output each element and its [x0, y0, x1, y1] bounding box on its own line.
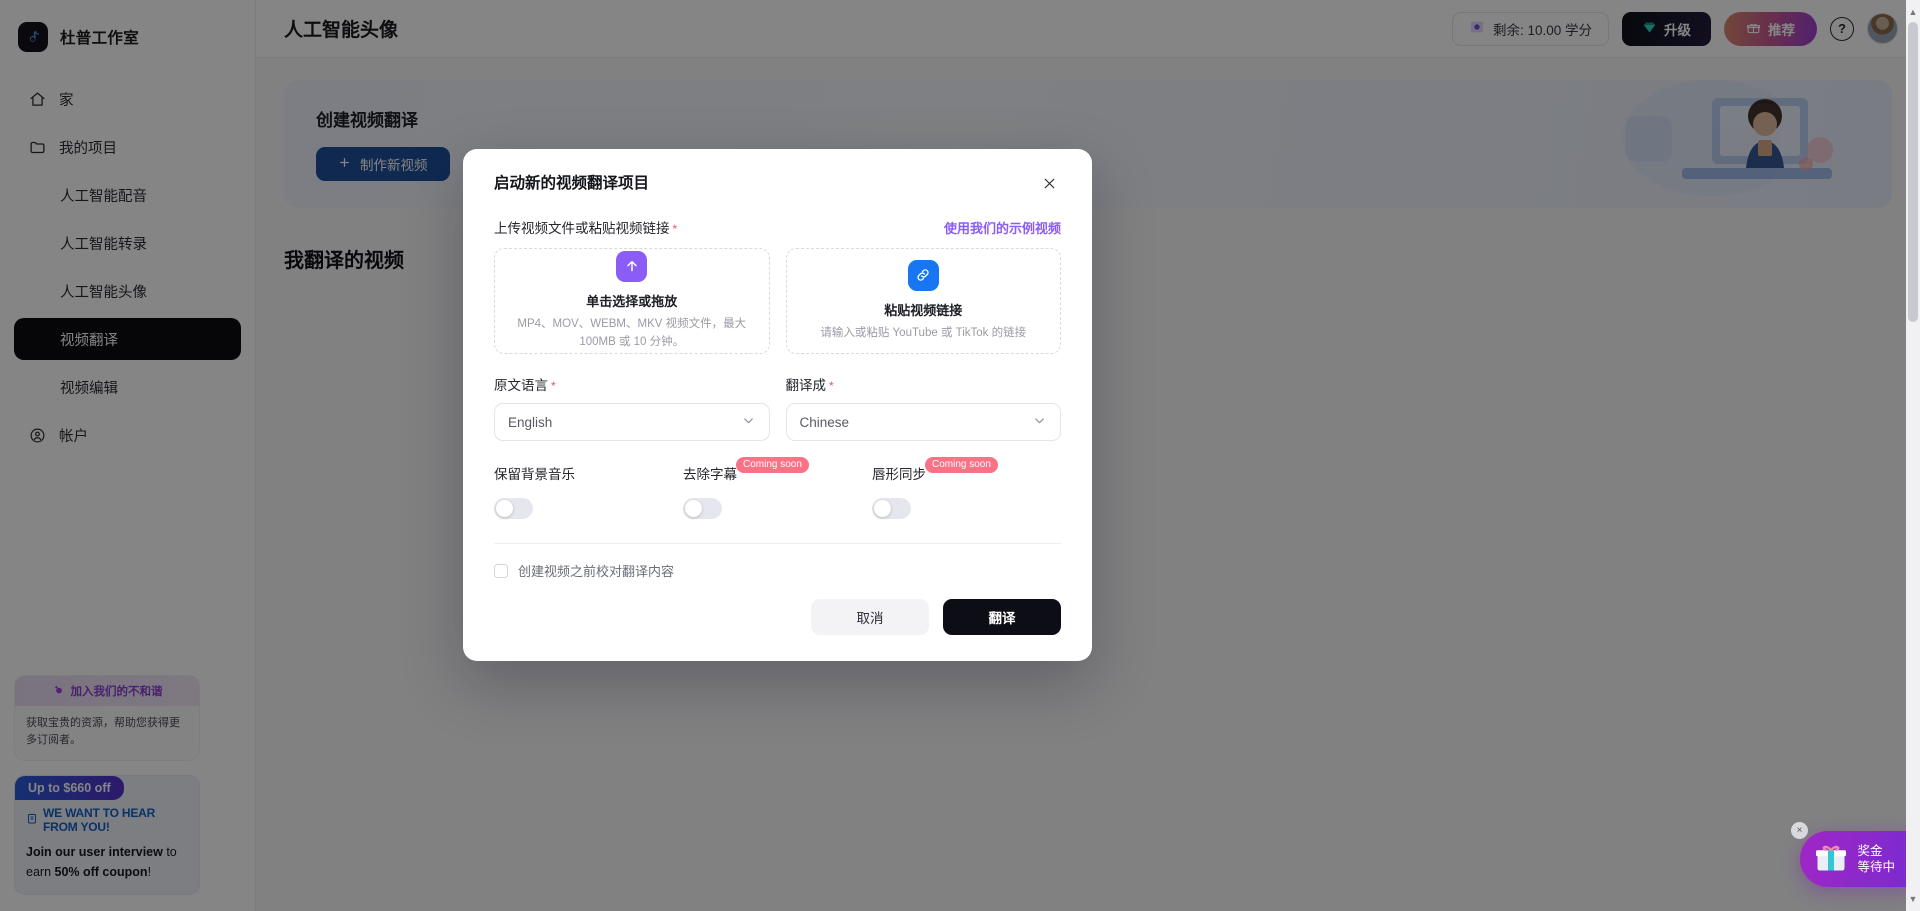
toggle-label: 去除字幕 Coming soon [683, 457, 810, 483]
gift-box-icon [1813, 839, 1849, 880]
scrollbar-thumb[interactable] [1908, 22, 1918, 322]
source-language-label: 原文语言 [494, 378, 548, 393]
modal-actions: 取消 翻译 [494, 599, 1061, 635]
target-language-select[interactable]: Chinese [785, 403, 1061, 441]
paste-link-title: 粘贴视频链接 [884, 302, 963, 318]
scroll-down-arrow-icon[interactable]: ▼ [1907, 891, 1919, 907]
upload-file-title: 单击选择或拖放 [586, 293, 678, 309]
chevron-down-icon [1032, 413, 1047, 431]
required-mark: * [551, 379, 556, 393]
language-selectors: 原文语言 * English 翻译成 * Chinese [494, 374, 1061, 441]
chevron-down-icon [741, 413, 756, 431]
paste-link-subtitle: 请输入或粘贴 YouTube 或 TikTok 的链接 [820, 326, 1027, 339]
target-language-label: 翻译成 [785, 378, 827, 393]
float-widget-line2: 等待中 [1857, 860, 1895, 874]
paste-link-card[interactable]: 粘贴视频链接 请输入或粘贴 YouTube 或 TikTok 的链接 [785, 248, 1061, 354]
feature-toggles: 保留背景音乐 去除字幕 Coming soon 唇形同步 Coming soon [494, 457, 1061, 519]
upload-file-subtitle: MP4、MOV、WEBM、MKV 视频文件，最大 100MB 或 10 分钟。 [517, 317, 747, 348]
toggle-keep-background-music: 保留背景音乐 [494, 463, 683, 519]
scroll-up-arrow-icon[interactable]: ▲ [1907, 4, 1919, 20]
target-language-value: Chinese [799, 414, 850, 430]
toggle-lip-sync: 唇形同步 Coming soon [872, 457, 1061, 519]
coming-soon-badge: Coming soon [925, 457, 998, 473]
toggle-remove-subtitles: 去除字幕 Coming soon [683, 457, 872, 519]
modal-divider [494, 543, 1061, 544]
modal-header: 启动新的视频翻译项目 [494, 171, 1061, 195]
new-translation-modal: 启动新的视频翻译项目 上传视频文件或粘贴视频链接 * 使用我们的示例视频 单击选择… [463, 149, 1092, 661]
toggle-knob [496, 500, 513, 517]
cancel-button[interactable]: 取消 [811, 599, 929, 635]
source-language-group: 原文语言 * English [494, 374, 770, 441]
toggle-label-text: 去除字幕 [683, 467, 737, 482]
required-mark: * [672, 222, 678, 236]
toggle-knob [874, 500, 891, 517]
toggle-knob [685, 500, 702, 517]
close-icon[interactable] [1037, 171, 1061, 195]
toggle-label: 唇形同步 Coming soon [872, 457, 999, 483]
target-language-label-wrap: 翻译成 * [786, 374, 1062, 394]
target-language-group: 翻译成 * Chinese [785, 374, 1062, 441]
upload-section-label-wrap: 上传视频文件或粘贴视频链接 * [494, 217, 677, 237]
upload-options: 单击选择或拖放 MP4、MOV、WEBM、MKV 视频文件，最大 100MB 或… [494, 248, 1061, 354]
toggle-label-text: 保留背景音乐 [494, 467, 575, 482]
toggle-switch[interactable] [683, 498, 722, 519]
upload-file-card[interactable]: 单击选择或拖放 MP4、MOV、WEBM、MKV 视频文件，最大 100MB 或… [494, 248, 770, 354]
toggle-switch[interactable] [494, 498, 533, 519]
toggle-label-text: 唇形同步 [872, 467, 926, 482]
required-mark: * [829, 379, 834, 393]
bonus-float-widget[interactable]: 奖金 等待中 [1800, 831, 1912, 887]
app-root: 杜普工作室 家 我的项目 人工智能配音 人工智能转录 人工智能头像 视频翻译 视… [0, 0, 1920, 911]
proofread-label[interactable]: 创建视频之前校对翻译内容 [518, 561, 674, 580]
upload-section-header: 上传视频文件或粘贴视频链接 * 使用我们的示例视频 [494, 217, 1061, 237]
modal-title: 启动新的视频翻译项目 [494, 175, 650, 192]
source-language-label-wrap: 原文语言 * [494, 374, 770, 394]
coming-soon-badge: Coming soon [736, 457, 809, 473]
float-widget-line1: 奖金 [1857, 843, 1883, 858]
toggle-switch[interactable] [872, 498, 911, 519]
proofread-row: 创建视频之前校对翻译内容 [494, 561, 1061, 580]
source-language-select[interactable]: English [494, 403, 770, 441]
proofread-checkbox[interactable] [494, 563, 508, 578]
float-widget-text: 奖金 等待中 [1857, 843, 1895, 876]
float-widget-close-icon[interactable]: × [1791, 822, 1808, 839]
link-chain-icon [907, 259, 939, 291]
use-sample-video-link[interactable]: 使用我们的示例视频 [944, 218, 1061, 237]
close-small-label: × [1796, 825, 1803, 836]
upload-arrow-icon [616, 250, 648, 282]
translate-button[interactable]: 翻译 [943, 599, 1061, 635]
source-language-value: English [508, 414, 553, 430]
toggle-label: 保留背景音乐 [494, 463, 575, 483]
upload-section-label: 上传视频文件或粘贴视频链接 [494, 221, 670, 236]
